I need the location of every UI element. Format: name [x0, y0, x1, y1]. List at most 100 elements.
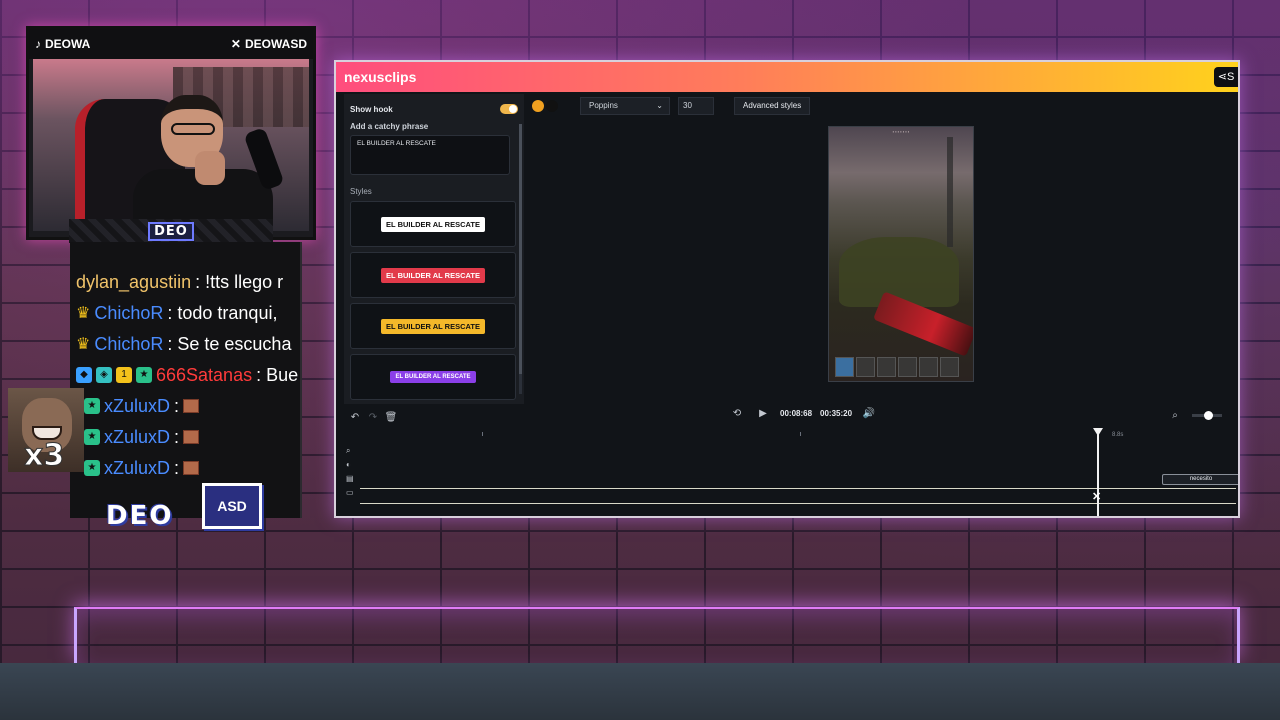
style-preview: EL BUILDER AL RESCATE [381, 318, 485, 334]
chat-message: ★ xZuluxD : [84, 423, 308, 451]
logo-main-text: DEO [106, 501, 174, 531]
glasses [171, 123, 215, 135]
share-button[interactable]: ⋖S [1214, 67, 1238, 87]
zoom-slider[interactable] [1192, 411, 1222, 420]
webcam-social-bar: ♪ DEOWA ✕ DEOWASD [29, 29, 313, 59]
playhead[interactable] [1093, 428, 1103, 516]
tiktok-icon: ♪ [35, 37, 41, 51]
hotbar-slot [835, 357, 854, 377]
replay-icon[interactable]: ⟲ [728, 408, 746, 419]
style-option-white[interactable]: EL BUILDER AL RESCATE [350, 201, 516, 247]
chat-panel: dylan_agustiin : !tts llego r ♛ ChichoR … [70, 242, 302, 518]
hotbar-slot [877, 357, 896, 377]
show-hook-row: Show hook [350, 102, 518, 116]
secondary-color-swatch[interactable] [546, 100, 558, 112]
webcam-logo-bar: DEO [69, 219, 273, 243]
catchy-phrase-input[interactable]: EL BUILDER AL RESCATE [350, 135, 510, 175]
timeline-tick [482, 432, 483, 436]
undo-icon[interactable]: ↶ [346, 412, 364, 423]
style-preview: EL BUILDER AL RESCATE [381, 216, 485, 232]
search-icon[interactable]: ⌕ [346, 446, 358, 455]
zoom-controls: ⌕ [1166, 410, 1222, 421]
timeline-tick [800, 432, 801, 436]
hotbar-slot [940, 357, 959, 377]
bits-badge-icon: ◈ [96, 367, 112, 383]
sub-badge-icon: ★ [84, 460, 100, 476]
hotbar-slot [919, 357, 938, 377]
captions-icon[interactable]: ▤ [346, 474, 358, 483]
emote-icon [183, 461, 200, 475]
video-preview[interactable]: ▪ ▪ ▪ ▪ ▪ ▪ ▪ [828, 126, 974, 382]
chat-message: ◆ ◈ 1 ★ 666Satanas : Bue [76, 361, 300, 389]
hotbar-slot [856, 357, 875, 377]
video-icon[interactable]: ▭ [346, 488, 358, 497]
chat-message: dylan_agustiin : !tts llego r [76, 271, 284, 292]
game-hotbar [835, 357, 965, 377]
crown-badge-icon: ♛ [76, 336, 91, 353]
timeline-tools: ⌕ ◐ ▤ ▭ [346, 446, 358, 497]
show-hook-label: Show hook [350, 104, 393, 114]
font-size-input[interactable]: 30 [678, 97, 714, 115]
deoasd-logo: ASD DEO [106, 483, 262, 535]
panel-scrollbar[interactable] [519, 124, 522, 394]
font-family-select[interactable]: Poppins ⌄ [580, 97, 670, 115]
app-brand: nexusclips [344, 69, 417, 85]
game-hud-text: ▪ ▪ ▪ ▪ ▪ ▪ ▪ [892, 129, 910, 134]
style-preview: EL BUILDER AL RESCATE [381, 267, 485, 283]
tiktok-handle: ♪ DEOWA [35, 37, 91, 51]
neon-lower-third [74, 607, 1240, 663]
sub-badge-icon: ★ [84, 398, 100, 414]
video-track[interactable] [360, 488, 1236, 504]
show-hook-toggle[interactable] [500, 104, 518, 114]
streamer-hand [195, 151, 225, 185]
primary-color-swatch[interactable] [532, 100, 544, 112]
game-tower [947, 137, 953, 247]
tier-badge-icon: ★ [136, 367, 152, 383]
current-time: 00:08:68 [780, 409, 813, 418]
hotbar-slot [898, 357, 917, 377]
chat-message: ★ xZuluxD : [84, 392, 308, 420]
webcam-video [33, 59, 309, 231]
volume-icon[interactable]: 🔊 [860, 408, 878, 419]
chat-message: ★ xZuluxD : [84, 454, 308, 482]
hook-settings-panel: Show hook Add a catchy phrase EL BUILDER… [344, 94, 524, 404]
advanced-styles-button[interactable]: Advanced styles [734, 97, 811, 115]
style-preview: EL BUILDER AL RESCATE [390, 371, 476, 383]
nexusclips-window: nexusclips ⋖S Show hook Add a catchy phr… [334, 60, 1240, 518]
share-icon: ⋖ [1217, 71, 1227, 83]
emote-icon [183, 399, 200, 413]
play-icon[interactable]: ▶ [754, 408, 772, 419]
caption-clip[interactable]: necesito [1162, 474, 1238, 485]
playback-center: ⟲ ▶ 00:08:68 00:35:20 🔊 [728, 408, 878, 419]
sub-badge-icon: ◆ [76, 367, 92, 383]
app-header: nexusclips ⋖S [336, 62, 1238, 92]
total-time: 00:35:20 [820, 409, 853, 418]
text-style-toolbar: Poppins ⌄ 30 Advanced styles [526, 94, 1238, 118]
x-handle: ✕ DEOWASD [230, 37, 307, 51]
style-option-yellow[interactable]: EL BUILDER AL RESCATE [350, 303, 516, 349]
playback-controls: ↶ ↷ 🗑 ⟲ ▶ 00:08:68 00:35:20 🔊 ⌕ [346, 406, 1232, 428]
timeline: ⌕ ◐ ▤ ▭ 8.8s necesito ✕ [342, 428, 1238, 516]
chat-message: ♛ ChichoR : Se te escucha [76, 333, 292, 354]
logo-small-block: ASD [202, 483, 262, 529]
x-icon: ✕ [230, 37, 241, 51]
catchy-phrase-label: Add a catchy phrase [350, 122, 429, 131]
redo-icon[interactable]: ↷ [364, 412, 382, 423]
chevron-down-icon: ⌄ [656, 101, 663, 110]
emote-popup: x3 [8, 388, 84, 474]
coin-badge-icon: 1 [116, 367, 132, 383]
zoom-icon[interactable]: ⌕ [1166, 410, 1184, 421]
style-option-red[interactable]: EL BUILDER AL RESCATE [350, 252, 516, 298]
palette-icon[interactable]: ◐ [346, 460, 358, 469]
style-option-purple[interactable]: EL BUILDER AL RESCATE [350, 354, 516, 400]
playhead-time-label: 8.8s [1112, 432, 1124, 438]
sub-badge-icon: ★ [84, 429, 100, 445]
floor [0, 663, 1280, 720]
emote-icon [183, 430, 200, 444]
delete-icon[interactable]: 🗑 [382, 412, 400, 423]
styles-label: Styles [350, 187, 372, 196]
crown-badge-icon: ♛ [76, 305, 91, 322]
chat-message: ♛ ChichoR : todo tranqui, [76, 302, 278, 323]
split-marker-icon[interactable]: ✕ [1092, 490, 1101, 503]
channel-logo: DEO [148, 221, 194, 241]
